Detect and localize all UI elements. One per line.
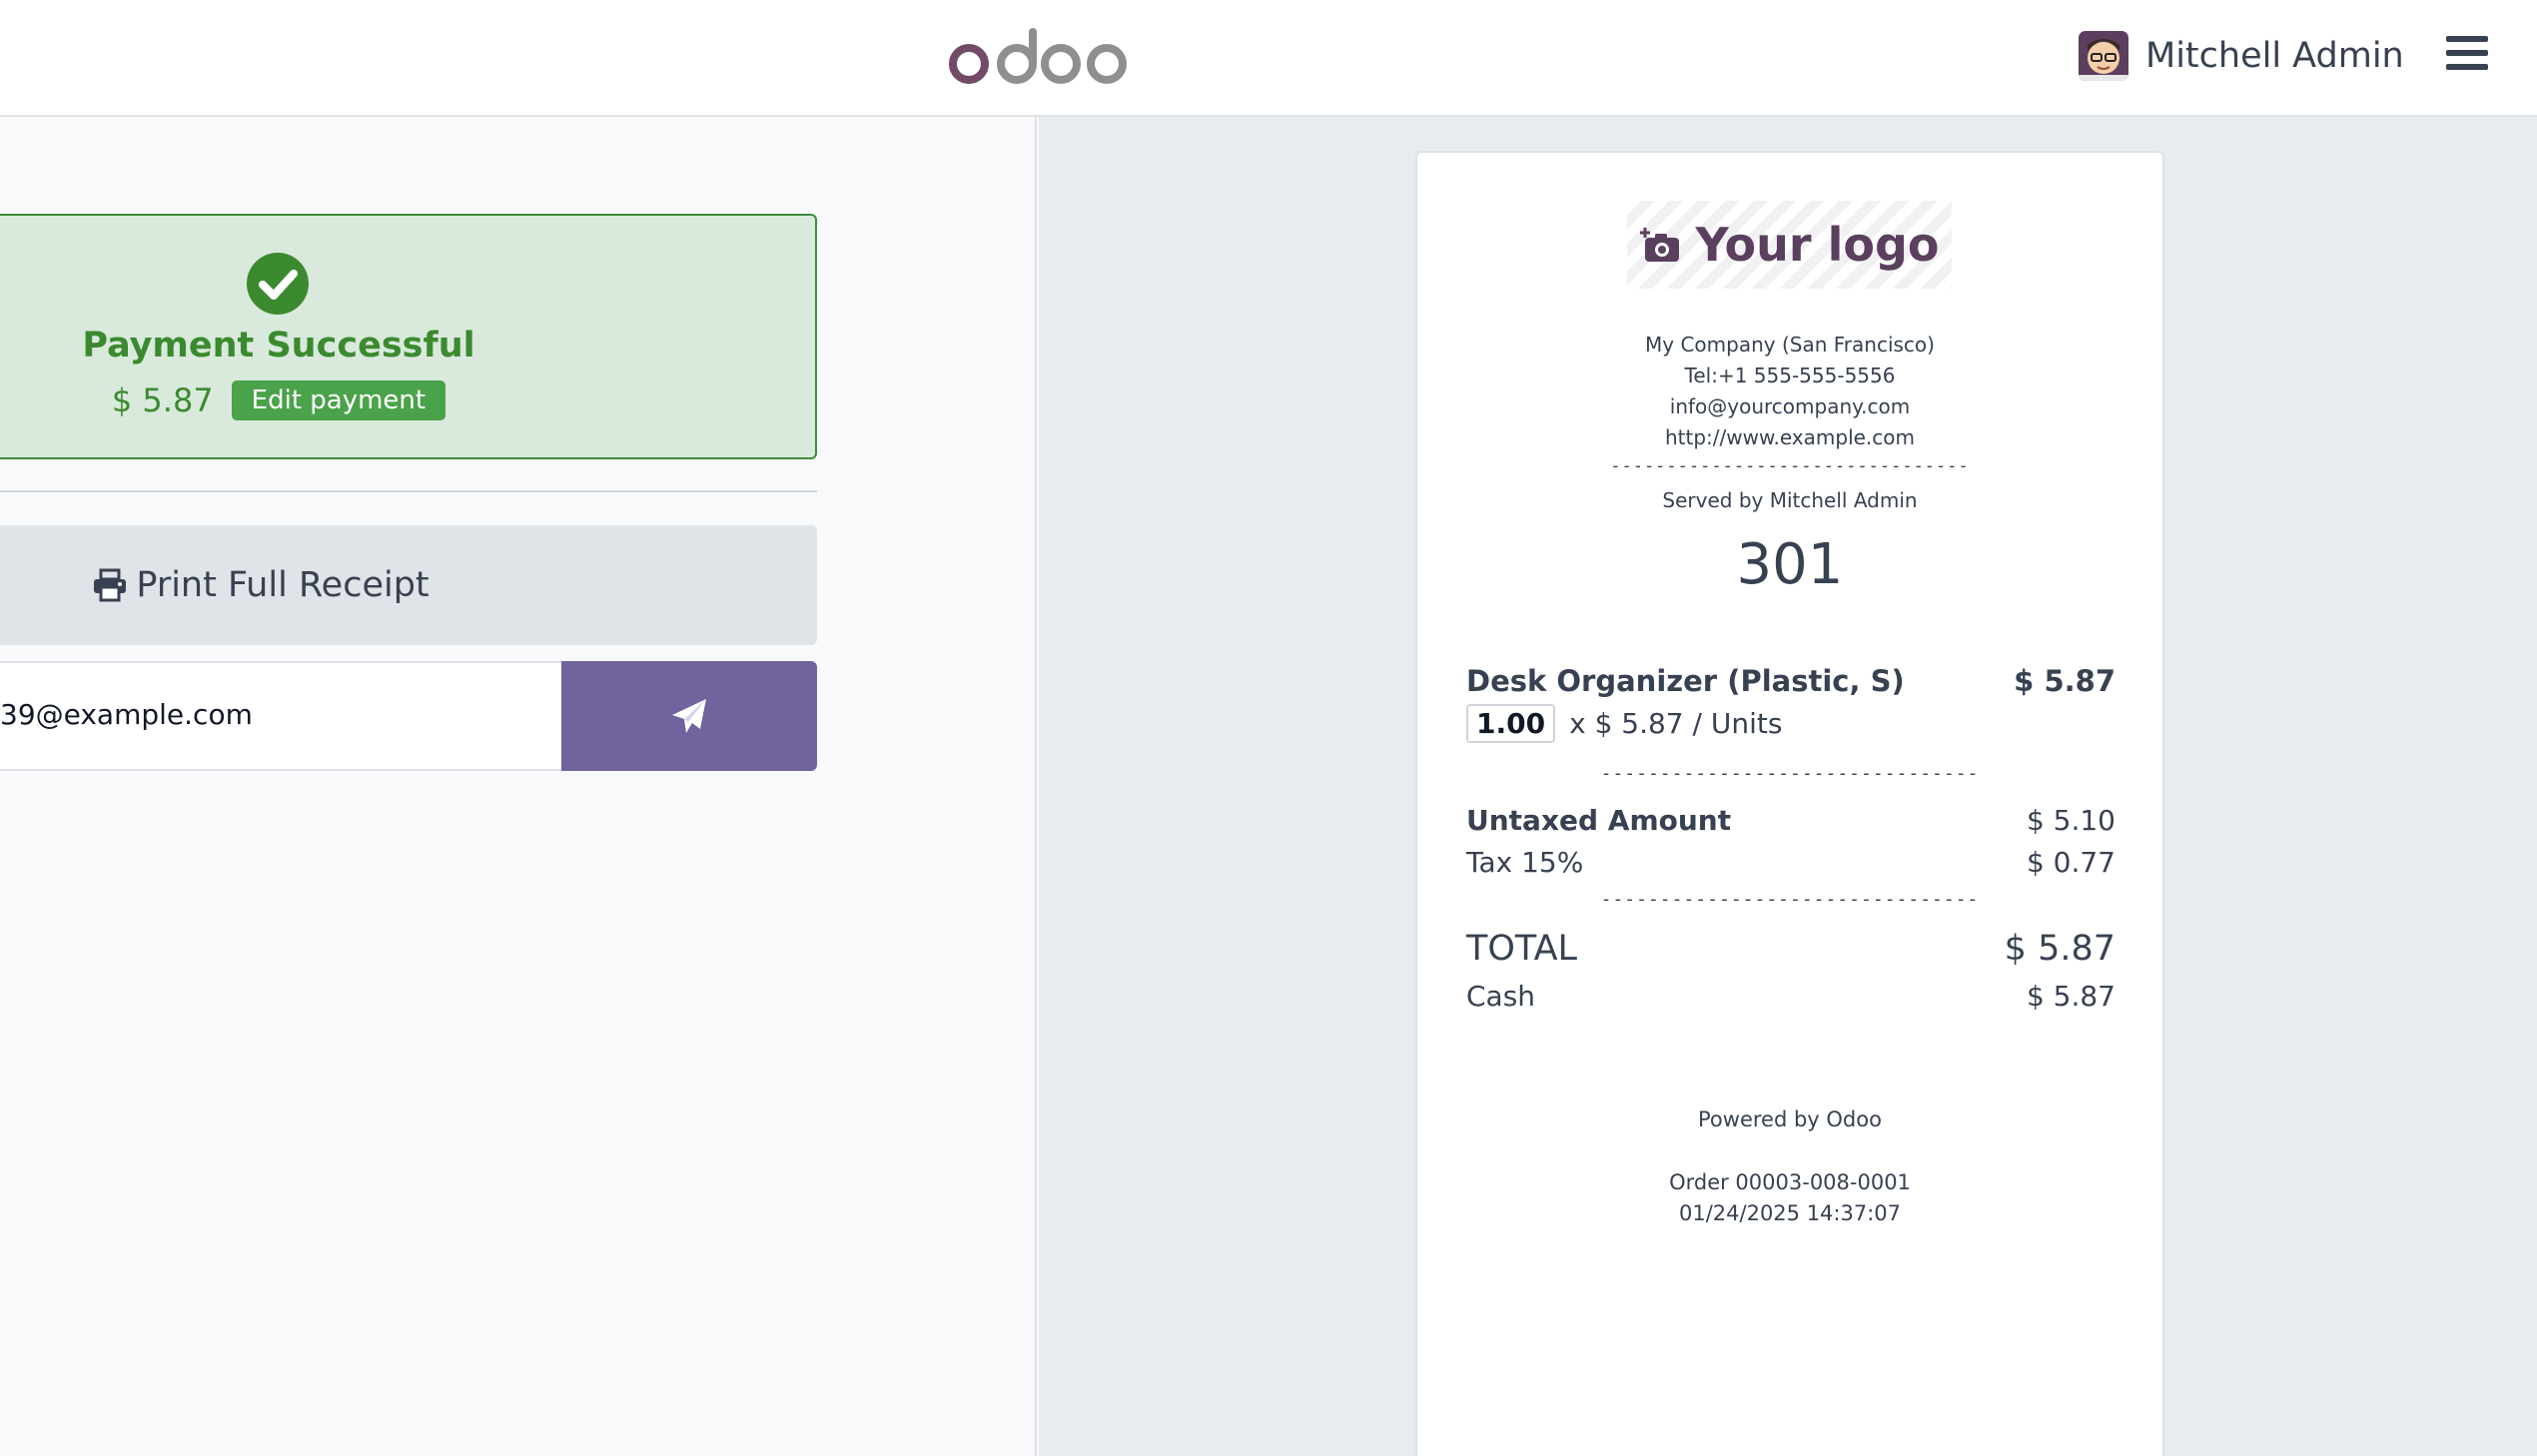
payment-status-box: Payment Successful $ 5.87 Edit payment: [0, 214, 817, 459]
untaxed-line: Untaxed Amount $ 5.10: [1466, 804, 2115, 837]
company-website: http://www.example.com: [1664, 425, 1916, 449]
user-menu[interactable]: Mitchell Admin: [2079, 30, 2404, 82]
product-unit-price: x $ 5.87 / Units: [1569, 707, 1783, 740]
top-navbar: Mitchell Admin: [0, 0, 2537, 117]
print-receipt-label: Print Full Receipt: [136, 565, 429, 605]
untaxed-label: Untaxed Amount: [1466, 804, 1732, 837]
user-name: Mitchell Admin: [2145, 36, 2404, 76]
product-qty-line: 1.00 x $ 5.87 / Units: [1466, 704, 2115, 743]
logo-text: Your logo: [1695, 218, 1940, 272]
total-label: TOTAL: [1466, 929, 1578, 969]
payment-actions-pane: Payment Successful $ 5.87 Edit payment P…: [0, 117, 1037, 1456]
payment-amount: $ 5.87: [111, 381, 214, 419]
product-qty: 1.00: [1466, 704, 1556, 743]
printer-icon: [94, 568, 127, 602]
hamburger-icon[interactable]: [2446, 36, 2488, 74]
total-line: TOTAL $ 5.87: [1466, 929, 2115, 969]
odoo-logo[interactable]: [947, 24, 1131, 88]
edit-payment-button[interactable]: Edit payment: [231, 380, 446, 420]
cash-value: $ 5.87: [2026, 980, 2115, 1013]
cash-label: Cash: [1466, 980, 1536, 1013]
divider: [0, 490, 817, 492]
order-number: 301: [1736, 532, 1844, 597]
company-phone: Tel:+1 555-555-5556: [1684, 364, 1896, 387]
order-reference: Order 00003-008-0001: [1669, 1170, 1911, 1194]
receipt-preview-pane: Your logo My Company (San Francisco) Tel…: [1039, 117, 2537, 1456]
separator: --------------------------------: [1600, 763, 1980, 784]
tax-line: Tax 15% $ 0.77: [1466, 846, 2115, 879]
print-receipt-button[interactable]: Print Full Receipt: [0, 525, 817, 645]
total-value: $ 5.87: [2004, 929, 2115, 969]
product-line: Desk Organizer (Plastic, S) $ 5.87: [1466, 664, 2115, 698]
powered-by: Powered by Odoo: [1698, 1107, 1882, 1131]
payment-status-title: Payment Successful: [82, 326, 475, 365]
separator: --------------------------------: [1600, 889, 1980, 910]
avatar: [2079, 31, 2128, 81]
separator: --------------------------------: [1610, 456, 1970, 476]
order-datetime: 01/24/2025 14:37:07: [1678, 1201, 1902, 1225]
check-circle-icon: [247, 253, 309, 315]
company-name: My Company (San Francisco): [1645, 333, 1935, 357]
company-logo-placeholder[interactable]: Your logo: [1627, 201, 1952, 289]
paper-plane-icon: [672, 699, 706, 733]
camera-plus-icon: [1640, 228, 1680, 262]
tax-label: Tax 15%: [1466, 846, 1584, 879]
payment-amount-row: $ 5.87 Edit payment: [0, 380, 565, 420]
product-price: $ 5.87: [2014, 664, 2115, 698]
untaxed-value: $ 5.10: [2026, 804, 2115, 837]
tax-value: $ 0.77: [2026, 846, 2115, 879]
product-name: Desk Organizer (Plastic, S): [1466, 664, 1905, 698]
email-input-value: 39@example.com: [0, 698, 253, 731]
receipt: Your logo My Company (San Francisco) Tel…: [1415, 151, 2164, 1456]
company-email: info@yourcompany.com: [1669, 394, 1911, 418]
send-email-button[interactable]: [561, 661, 817, 771]
cash-line: Cash $ 5.87: [1466, 980, 2115, 1013]
served-by: Served by Mitchell Admin: [1662, 488, 1918, 512]
